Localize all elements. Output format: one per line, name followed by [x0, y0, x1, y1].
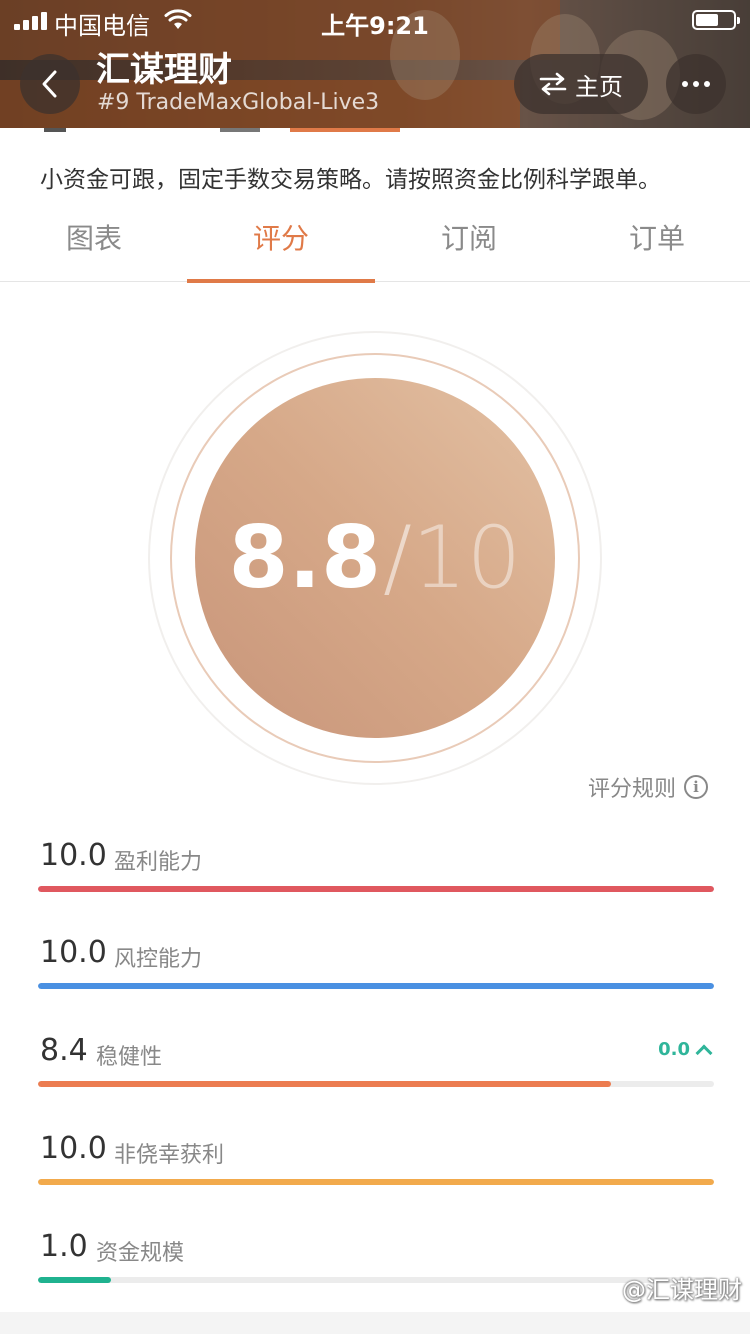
metric-bar [38, 1277, 111, 1283]
page-subtitle: #9 TradeMaxGlobal-Live3 [97, 90, 380, 115]
score-rules-label: 评分规则 [587, 777, 676, 802]
status-time: 上午9:21 [321, 12, 429, 40]
metric-track [38, 886, 714, 892]
swap-arrows-icon [539, 72, 567, 96]
score-section: 8.8 / 10 评分规则 i [0, 283, 750, 813]
clipped-row [0, 128, 750, 134]
metric-bar [38, 1179, 714, 1185]
score-display: 8.8 / 10 [195, 378, 555, 738]
metric-change: 0.0 [658, 1039, 713, 1061]
metric-bar [38, 983, 714, 989]
info-icon: i [684, 775, 708, 799]
metric-bar [38, 886, 714, 892]
metric-label: 非侥幸获利 [114, 1143, 225, 1168]
tab-score[interactable]: 评分 [187, 200, 375, 283]
page-title: 汇谋理财 [96, 50, 232, 90]
score-value: 8.8 [228, 508, 381, 608]
metric-track [38, 983, 714, 989]
score-separator: / [382, 508, 412, 608]
watermark: @汇谋理财 [622, 1276, 742, 1304]
metric-label: 稳健性 [96, 1045, 163, 1070]
metric-track [38, 1277, 714, 1283]
back-button[interactable] [20, 54, 80, 114]
metric-bar [38, 1081, 612, 1087]
metric-non-luck-profit: 10.0 非侥幸获利 [38, 1131, 714, 1201]
tab-subscribe[interactable]: 订阅 [375, 200, 563, 282]
more-button[interactable] [666, 54, 726, 114]
metric-value: 10.0 [40, 1131, 107, 1166]
score-max: 10 [411, 508, 522, 608]
score-rules-link[interactable]: 评分规则 i [588, 771, 708, 803]
strategy-description: 小资金可跟，固定手数交易策略。请按照资金比例科学跟单。 [40, 167, 661, 193]
back-arrow-icon [42, 70, 57, 98]
status-bar: 中国电信 上午9:21 [0, 0, 750, 40]
home-button-label: 主页 [575, 72, 623, 101]
tab-orders[interactable]: 订单 [563, 200, 750, 282]
metric-fund-size: 1.0 资金规模 [38, 1229, 714, 1299]
more-dots-icon [682, 81, 710, 87]
metric-track [38, 1179, 714, 1185]
metric-risk-control: 10.0 风控能力 [38, 935, 714, 1005]
metric-value: 10.0 [40, 935, 107, 970]
metric-value: 8.4 [40, 1033, 88, 1068]
metric-profitability: 10.0 盈利能力 [38, 838, 714, 908]
tab-chart[interactable]: 图表 [0, 200, 188, 282]
metric-label: 风控能力 [114, 947, 203, 972]
metric-track [38, 1081, 714, 1087]
metric-value: 1.0 [40, 1229, 88, 1264]
chevron-up-icon [695, 1044, 713, 1061]
metric-label: 盈利能力 [114, 850, 203, 875]
tab-bar: 图表 评分 订阅 订单 [0, 200, 750, 283]
home-button[interactable]: 主页 [514, 54, 648, 114]
bottom-strip [0, 1312, 750, 1334]
metric-change-value: 0.0 [658, 1039, 690, 1060]
metric-value: 10.0 [40, 838, 107, 873]
metric-stability: 8.4 稳健性 0.0 [38, 1033, 714, 1103]
metric-label: 资金规模 [96, 1241, 185, 1266]
header-banner: 中国电信 上午9:21 汇谋理财 #9 TradeMaxGlobal-Live3… [0, 0, 750, 128]
battery-icon [692, 10, 740, 30]
